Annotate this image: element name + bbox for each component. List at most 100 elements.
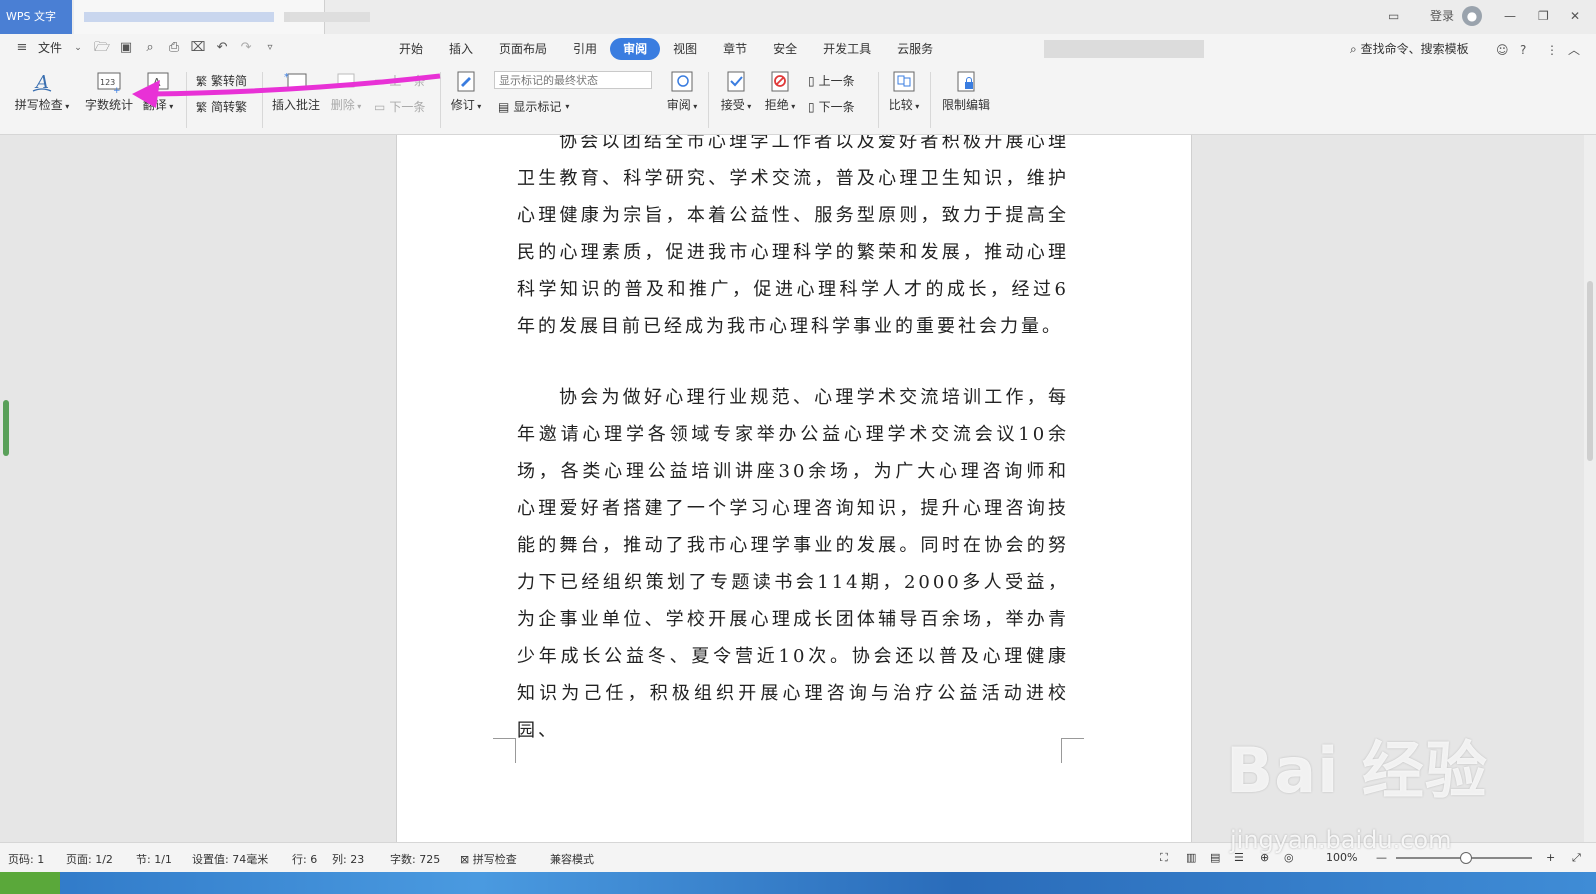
accept-label: 接受 [720, 98, 745, 112]
prev-change-button[interactable]: ▯ 上一条 [808, 72, 855, 89]
separator [930, 72, 931, 128]
word-count-button[interactable]: 123 + 字数统计 [78, 70, 140, 113]
minimize-icon[interactable]: — [1504, 6, 1516, 26]
undo-icon[interactable]: ↶ [214, 40, 230, 56]
review-pane-icon [671, 71, 693, 92]
open-folder-icon[interactable]: 🗁 [94, 40, 110, 56]
fit-window-icon[interactable]: ⤢ [1572, 851, 1581, 865]
search-icon: ⌕ [1350, 42, 1357, 56]
svg-text:*: * [284, 72, 289, 83]
tab-page-layout[interactable]: 页面布局 [486, 38, 560, 60]
print-icon[interactable]: ⎙ [166, 40, 182, 56]
navigation-handle[interactable] [3, 400, 9, 456]
compare-button[interactable]: 比较 ▾ [884, 70, 924, 113]
simp-to-trad-label: 简转繁 [211, 100, 248, 114]
word-count-label: 字数统计 [84, 98, 133, 112]
prev-comment-icon: ▭ [374, 73, 386, 88]
accept-button[interactable]: 接受 ▾ [716, 70, 756, 113]
fullscreen-icon[interactable]: ⛶ [1160, 851, 1168, 865]
prev-comment-label: 上一条 [389, 74, 426, 88]
close-icon[interactable]: ✕ [1570, 6, 1580, 26]
hamburger-icon[interactable]: ≡ [14, 40, 30, 56]
find-icon[interactable]: ⌕ [142, 40, 158, 56]
word-count-status[interactable]: 字数: 725 [390, 851, 440, 867]
reject-button[interactable]: 拒绝 ▾ [760, 70, 800, 113]
tablet-mode-icon[interactable]: ▭ [1388, 6, 1399, 26]
show-markup-button[interactable]: ▤ 显示标记 ▾ [498, 98, 569, 115]
review-pane-button[interactable]: 审阅 ▾ [662, 70, 702, 113]
print-preview-icon[interactable]: ⌧ [190, 40, 206, 56]
next-change-button[interactable]: ▯ 下一条 [808, 98, 855, 115]
svg-text:+: + [113, 86, 121, 94]
tab-chapter[interactable]: 章节 [710, 38, 760, 60]
page-margin-corner-br [1061, 738, 1084, 763]
tab-home[interactable]: 开始 [386, 38, 436, 60]
next-comment-icon: ▭ [374, 99, 386, 114]
menu-bar: ≡ 文件 ⌄ 🗁 ▣ ⌕ ⎙ ⌧ ↶ ↷ ▿ 开始 插入 页面布局 引用 审阅 … [0, 34, 1596, 64]
translate-button[interactable]: A 翻译 ▾ [138, 70, 178, 113]
tab-developer[interactable]: 开发工具 [810, 38, 884, 60]
collapse-ribbon-icon[interactable]: ︿ [1568, 40, 1580, 60]
app-badge[interactable]: WPS 文字 [0, 0, 72, 34]
tab-review[interactable]: 审阅 [610, 38, 661, 60]
prev-comment-button[interactable]: ▭ 上一条 [374, 72, 425, 89]
spell-check-status[interactable]: ⊠ 拼写检查 [460, 851, 517, 867]
zoom-slider-knob[interactable] [1460, 852, 1472, 864]
revise-icon [457, 71, 475, 92]
insert-comment-button[interactable]: * 插入批注 [268, 70, 324, 113]
next-change-label: 下一条 [818, 100, 855, 114]
chevron-down-icon[interactable]: ⌄ [70, 40, 86, 56]
page-count[interactable]: 页面: 1/2 [66, 851, 113, 867]
avatar-icon[interactable]: ● [1462, 6, 1482, 26]
insert-comment-icon: * [284, 72, 307, 88]
more-icon[interactable]: ⋮ [1546, 40, 1558, 60]
spell-check-status-label: 拼写检查 [472, 853, 517, 866]
document-page[interactable]: 协会以团结全市心理学工作者以及爱好者积极开展心理卫生教育、科学研究、学术交流，普… [396, 135, 1192, 842]
scrollbar-thumb[interactable] [1587, 281, 1593, 461]
tab-security[interactable]: 安全 [760, 38, 810, 60]
insert-comment-label: 插入批注 [271, 98, 320, 112]
vertical-scrollbar[interactable] [1584, 135, 1596, 842]
review-label: 审阅 [666, 98, 691, 112]
simp-to-trad-button[interactable]: 繁 简转繁 [196, 98, 247, 115]
baidu-watermark: Bai 经验 [1226, 734, 1488, 807]
command-search[interactable]: ⌕ 查找命令、搜索模板 [1350, 40, 1469, 57]
compare-label: 比较 [888, 98, 913, 112]
redo-icon[interactable]: ↷ [238, 40, 254, 56]
tab-insert[interactable]: 插入 [436, 38, 486, 60]
save-icon[interactable]: ▣ [118, 40, 134, 56]
file-menu[interactable]: 文件 [38, 39, 62, 56]
separator [708, 72, 709, 128]
trad-to-simp-button[interactable]: 繁 繁转简 [196, 72, 247, 89]
simp-trad-icon: 繁 [196, 100, 207, 114]
spell-check-status-icon: ⊠ [460, 853, 470, 866]
zoom-in-icon[interactable]: + [1546, 851, 1555, 864]
next-comment-button[interactable]: ▭ 下一条 [374, 98, 425, 115]
section: 节: 1/1 [136, 853, 172, 866]
help-icon[interactable]: ? [1520, 40, 1526, 60]
column-indicator: 列: 23 [332, 853, 365, 866]
translate-label: 翻译 [142, 98, 167, 112]
feedback-icon[interactable]: ☺ [1496, 40, 1509, 60]
page-view-icon[interactable]: ▤ [1210, 851, 1220, 864]
customize-quick-access-icon[interactable]: ▿ [262, 40, 278, 56]
restrict-edit-button[interactable]: 限制编辑 [938, 70, 994, 113]
separator [262, 72, 263, 128]
markup-state-select[interactable]: 显示标记的最终状态 [494, 71, 652, 89]
redacted-tab-region [290, 12, 370, 22]
paragraph-2[interactable]: 协会为做好心理行业规范、心理学术交流培训工作，每年邀请心理学各领域专家举办公益心… [517, 379, 1069, 749]
revise-button[interactable]: 修订 ▾ [446, 70, 486, 113]
reject-icon [771, 71, 789, 92]
login-link[interactable]: 登录 [1430, 6, 1454, 26]
tab-view[interactable]: 视图 [660, 38, 710, 60]
accept-icon [727, 71, 745, 92]
document-tab[interactable] [74, 0, 325, 34]
tab-references[interactable]: 引用 [560, 38, 610, 60]
delete-comment-button[interactable]: 删除 ▾ [326, 70, 366, 113]
paragraph-1[interactable]: 协会以团结全市心理学工作者以及爱好者积极开展心理卫生教育、科学研究、学术交流，普… [517, 135, 1069, 345]
start-button[interactable] [0, 872, 60, 894]
spell-check-button[interactable]: A 拼写检查 ▾ [10, 70, 74, 113]
read-mode-icon[interactable]: ▥ [1186, 851, 1196, 864]
tab-cloud[interactable]: 云服务 [884, 38, 946, 60]
restore-icon[interactable]: ❐ [1538, 6, 1549, 26]
